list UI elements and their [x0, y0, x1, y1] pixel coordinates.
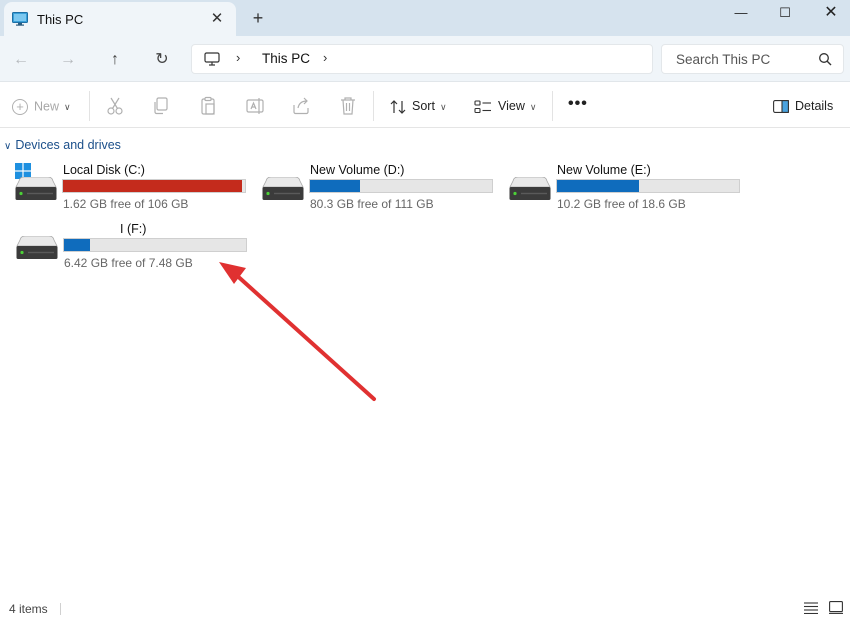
- maximize-button[interactable]: ☐: [762, 2, 808, 24]
- capacity-bar: [63, 238, 247, 252]
- drive-tile[interactable]: I (F:) 6.42 GB free of 7.48 GB: [16, 222, 251, 274]
- more-options-button[interactable]: •••: [568, 93, 588, 115]
- drive-free-space: 10.2 GB free of 18.6 GB: [557, 197, 686, 211]
- chevron-down-icon: ∨: [4, 141, 12, 152]
- section-title: Devices and drives: [15, 138, 121, 152]
- drive-tile[interactable]: Local Disk (C:) 1.62 GB free of 106 GB: [15, 163, 250, 215]
- address-bar[interactable]: › This PC ›: [191, 44, 653, 74]
- copy-icon[interactable]: [150, 95, 172, 117]
- drive-name: I (F:): [120, 222, 147, 236]
- refresh-button[interactable]: ↻: [150, 48, 174, 72]
- status-divider: [60, 603, 61, 615]
- capacity-bar-fill: [310, 180, 361, 192]
- details-pane-icon: [773, 100, 789, 114]
- address-row: ← → ↑ ↻ › This PC › Search This PC: [0, 36, 850, 82]
- drive-name: New Volume (E:): [557, 163, 651, 177]
- title-bar: This PC ✕ + — ☐ ✕: [0, 0, 850, 36]
- up-button[interactable]: ↑: [103, 48, 127, 72]
- drive-free-space: 6.42 GB free of 7.48 GB: [64, 256, 193, 270]
- capacity-bar: [62, 179, 246, 193]
- rename-icon[interactable]: [244, 95, 266, 117]
- search-icon[interactable]: [818, 52, 832, 66]
- hard-drive-icon: [262, 177, 304, 200]
- breadcrumb-this-pc[interactable]: This PC: [262, 51, 310, 66]
- capacity-bar: [556, 179, 740, 193]
- sort-icon: [390, 99, 406, 114]
- drive-tile[interactable]: New Volume (D:) 80.3 GB free of 111 GB: [262, 163, 497, 215]
- share-icon[interactable]: [290, 95, 312, 117]
- tab-this-pc[interactable]: This PC ✕: [4, 2, 236, 36]
- computer-icon: [12, 12, 28, 26]
- view-icon: [474, 100, 491, 113]
- forward-button[interactable]: →: [56, 48, 80, 72]
- item-count: 4 items: [9, 602, 48, 616]
- hard-drive-icon: [15, 177, 57, 200]
- minimize-button[interactable]: —: [718, 2, 764, 24]
- section-devices-and-drives[interactable]: ∨ Devices and drives: [4, 138, 121, 152]
- new-tab-button[interactable]: +: [248, 8, 268, 28]
- sort-button[interactable]: Sort ∨: [390, 95, 447, 117]
- delete-icon[interactable]: [337, 95, 359, 117]
- command-bar: + New ∨ Sort ∨ View ∨ ••• Details: [0, 83, 850, 128]
- chevron-down-icon: ∨: [439, 101, 447, 112]
- arrow-shaft: [231, 270, 376, 401]
- drive-name: Local Disk (C:): [63, 163, 145, 177]
- drive-free-space: 1.62 GB free of 106 GB: [63, 197, 189, 211]
- details-pane-button[interactable]: Details: [773, 95, 833, 117]
- chevron-down-icon: ∨: [64, 101, 71, 112]
- tab-title: This PC: [37, 12, 84, 27]
- toolbar-divider: [89, 91, 90, 121]
- drive-name: New Volume (D:): [310, 163, 405, 177]
- hard-drive-icon: [16, 236, 58, 259]
- toolbar-divider: [373, 91, 374, 121]
- capacity-bar: [309, 179, 493, 193]
- details-view-icon[interactable]: [804, 602, 818, 614]
- breadcrumb-chevron-icon[interactable]: ›: [236, 50, 240, 65]
- capacity-bar-fill: [64, 239, 90, 251]
- monitor-icon: [204, 52, 220, 66]
- tab-close-icon[interactable]: ✕: [208, 10, 226, 28]
- tiles-view-icon[interactable]: [829, 601, 843, 614]
- search-placeholder: Search This PC: [676, 52, 771, 67]
- hard-drive-icon: [509, 177, 551, 200]
- capacity-bar-fill: [557, 180, 640, 192]
- back-button[interactable]: ←: [9, 48, 33, 72]
- paste-icon[interactable]: [197, 95, 219, 117]
- drive-tile[interactable]: New Volume (E:) 10.2 GB free of 18.6 GB: [509, 163, 744, 215]
- capacity-bar-fill: [63, 180, 243, 192]
- status-bar: 4 items: [0, 598, 850, 619]
- toolbar-divider: [552, 91, 553, 121]
- breadcrumb-chevron-icon[interactable]: ›: [323, 50, 327, 65]
- plus-icon: +: [12, 98, 28, 115]
- search-input[interactable]: Search This PC: [661, 44, 844, 74]
- close-window-button[interactable]: ✕: [808, 2, 850, 24]
- cut-icon[interactable]: [104, 95, 126, 117]
- drive-free-space: 80.3 GB free of 111 GB: [310, 197, 434, 211]
- view-button[interactable]: View ∨: [474, 95, 536, 117]
- new-button[interactable]: + New ∨: [12, 95, 71, 117]
- chevron-down-icon: ∨: [529, 101, 537, 112]
